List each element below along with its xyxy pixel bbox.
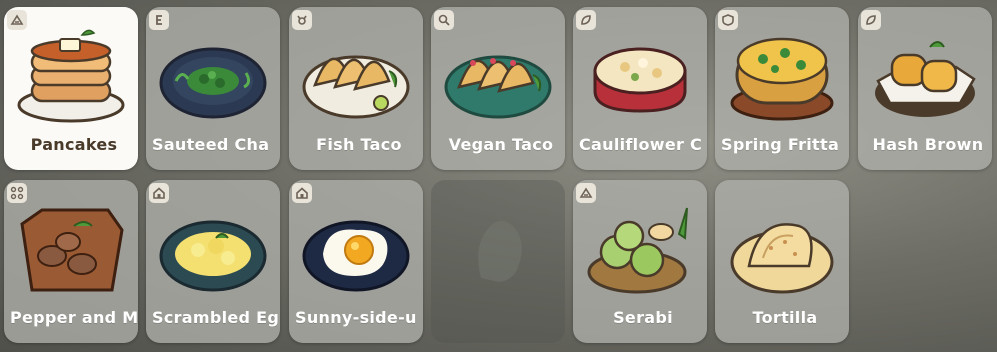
recipe-card-vegan-taco[interactable]: Vegan Taco [431, 7, 565, 170]
recipe-label: Spring Fritta [721, 135, 840, 154]
pancakes-image [17, 29, 125, 123]
recipe-card-hash-brown[interactable]: Hash Brown [858, 7, 992, 170]
recipe-label: Cauliflower C [579, 135, 703, 154]
cauliflower-casserole-image [593, 47, 687, 113]
recipe-card-pepper-mushroom[interactable]: Pepper and M [4, 180, 138, 343]
recipe-label: Pancakes [30, 135, 118, 154]
recipe-card-spring-frittata[interactable]: Spring Fritta [715, 7, 849, 170]
recipe-card-tortilla[interactable]: Tortilla [715, 180, 849, 343]
recipe-card-fish-taco[interactable]: Fish Taco [289, 7, 423, 170]
recipe-card-locked [431, 180, 565, 343]
recipe-card-pancakes[interactable]: Pancakes [4, 7, 138, 170]
fish-taco-image [302, 55, 410, 119]
recipe-label: Serabi [613, 308, 673, 327]
recipe-label: Pepper and M [10, 308, 138, 327]
recipe-card-sauteed[interactable]: Sauteed Cha [146, 7, 280, 170]
recipe-label: Hash Brown [872, 135, 984, 154]
recipe-label: Sauteed Cha [152, 135, 270, 154]
scrambled-eggs-image [159, 220, 267, 292]
serabi-image [587, 207, 688, 294]
sunny-side-up-image [302, 220, 410, 292]
vegan-taco-image [444, 55, 552, 119]
pepper-mushroom-image [20, 208, 124, 292]
recipe-label: Vegan Taco [448, 135, 554, 154]
recipe-card-cauliflower[interactable]: Cauliflower C [573, 7, 707, 170]
sauteed-greens-image [159, 47, 267, 119]
recipe-card-sunny-side-up[interactable]: Sunny-side-u [289, 180, 423, 343]
recipe-label: Scrambled Eg [152, 308, 280, 327]
recipe-card-serabi[interactable]: Serabi [573, 180, 707, 343]
tortilla-image [730, 223, 834, 294]
recipe-grid: Pancakes Sauteed Cha Fish Taco Vegan Tac… [4, 7, 994, 347]
hash-brown-image [875, 41, 976, 117]
spring-frittata-image [730, 37, 834, 121]
recipe-card-scrambled-eggs[interactable]: Scrambled Eg [146, 180, 280, 343]
recipe-label: Tortilla [752, 308, 818, 327]
recipe-label: Fish Taco [316, 135, 402, 154]
recipe-label: Sunny-side-u [295, 308, 417, 327]
locked-silhouette-icon [478, 220, 522, 282]
